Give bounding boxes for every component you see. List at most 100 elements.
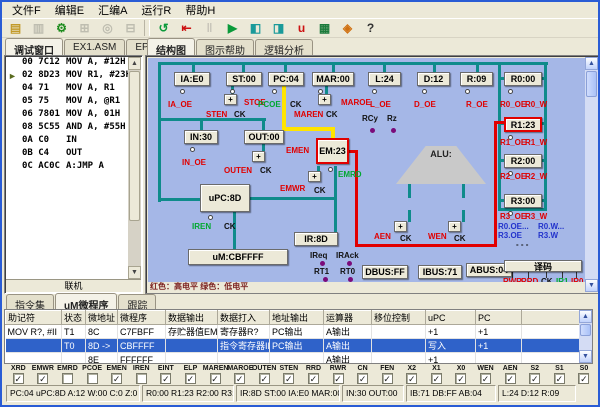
- register-IR[interactable]: IR:8D: [294, 232, 338, 246]
- register-IA[interactable]: IA:E0: [174, 72, 210, 86]
- diagram-scrollbar[interactable]: ▲ ▼: [585, 57, 598, 292]
- step-into-icon[interactable]: ⇤: [176, 19, 197, 37]
- signal-checkbox-emrd[interactable]: [62, 373, 73, 384]
- register-MAR[interactable]: MAR:00: [312, 72, 354, 86]
- signal-checkbox-s0[interactable]: ✓: [578, 373, 589, 384]
- register-R0[interactable]: R0:00: [504, 72, 542, 86]
- microprogram-row[interactable]: MOV R?, #IIT18CC7FBFF存贮器值EM寄存器R?PC输出A输出+…: [6, 325, 582, 339]
- menu-run[interactable]: 运行R: [134, 1, 178, 19]
- register-ST[interactable]: ST:00: [226, 72, 262, 86]
- register-R3[interactable]: R3:00: [504, 194, 542, 208]
- code-line[interactable]: 0B C4OUT: [6, 148, 128, 161]
- micro-program-icon[interactable]: u: [291, 19, 312, 37]
- scroll-down-icon[interactable]: ▼: [579, 350, 592, 363]
- signal-checkbox-xrd[interactable]: ✓: [13, 373, 24, 384]
- code-line[interactable]: 04 71MOV A, R1: [6, 83, 128, 96]
- register-uPC[interactable]: uPC:8D: [200, 184, 250, 212]
- signal-checkbox-pcoe[interactable]: [87, 373, 98, 384]
- scroll-up-icon[interactable]: ▲: [585, 57, 598, 70]
- signal-emrd: EMRD: [55, 365, 80, 384]
- register-R1[interactable]: R1:23: [504, 117, 542, 132]
- table-cell: [270, 353, 324, 365]
- load-data-icon[interactable]: ◨: [268, 19, 289, 37]
- assembly-listing[interactable]: 00 7C12MOV A, #12H►02 8D23MOV R1, #23H04…: [6, 57, 128, 279]
- run-program-icon[interactable]: ▶: [222, 19, 243, 37]
- code-line[interactable]: 00 7C12MOV A, #12H: [6, 57, 128, 70]
- menu-edit[interactable]: 编辑E: [48, 1, 91, 19]
- register-EM[interactable]: EM:23: [316, 138, 349, 164]
- reset-icon[interactable]: ↺: [153, 19, 174, 37]
- signal-checkbox-eint[interactable]: ✓: [160, 373, 171, 384]
- microprogram-row[interactable]: T08D ->CBFFFF指令寄存器IRPC输出A输出写入+1: [6, 339, 582, 353]
- save-file-icon[interactable]: ▥: [28, 19, 49, 37]
- code-line[interactable]: 0A C0IN: [6, 135, 128, 148]
- signal-checkbox-s1[interactable]: ✓: [554, 373, 565, 384]
- code-scrollbar[interactable]: ▲ ▼: [128, 57, 141, 279]
- register-PC[interactable]: PC:04: [268, 72, 304, 86]
- signal-checkbox-rrd[interactable]: ✓: [308, 373, 319, 384]
- copy-icon[interactable]: ⊞: [74, 19, 95, 37]
- signal-checkbox-s2[interactable]: ✓: [529, 373, 540, 384]
- code-line[interactable]: 08 5C55AND A, #55H: [6, 122, 128, 135]
- signal-checkbox-emen[interactable]: ✓: [111, 373, 122, 384]
- microprogram-row[interactable]: 8EFFFFFFA输出+1: [6, 353, 582, 365]
- tab-left-1[interactable]: 调试窗口: [5, 38, 63, 55]
- assemble-source-icon[interactable]: ⚙: [51, 19, 72, 37]
- register-D[interactable]: D:12: [417, 72, 450, 86]
- waveform-icon[interactable]: ▦: [314, 19, 335, 37]
- signal-checkbox-iren[interactable]: [136, 373, 147, 384]
- register-IN[interactable]: IN:30: [184, 130, 218, 144]
- code-line[interactable]: 05 75MOV A, @R1: [6, 96, 128, 109]
- tip-help-icon[interactable]: ?: [360, 19, 381, 37]
- signal-checkbox-maren[interactable]: ✓: [210, 373, 221, 384]
- scrollbar-thumb[interactable]: [129, 71, 140, 221]
- tab-right-1[interactable]: 结构图: [147, 38, 195, 55]
- table-scrollbar[interactable]: ▲ ▼: [579, 310, 592, 363]
- tab-bottom-2[interactable]: uM微程序: [55, 293, 117, 310]
- signal-checkbox-fen[interactable]: ✓: [382, 373, 393, 384]
- find-icon[interactable]: ◎: [97, 19, 118, 37]
- tab-right-2[interactable]: 图示帮助: [196, 39, 254, 56]
- load-program-icon[interactable]: ◧: [245, 19, 266, 37]
- signal-checkbox-sten[interactable]: ✓: [283, 373, 294, 384]
- pause-icon[interactable]: ‖: [199, 19, 220, 37]
- signal-checkbox-elp[interactable]: ✓: [185, 373, 196, 384]
- signal-checkbox-emwr[interactable]: ✓: [37, 373, 48, 384]
- register-R2[interactable]: R2:00: [504, 154, 542, 168]
- logic-analyzer-icon[interactable]: ◈: [337, 19, 358, 37]
- menu-file[interactable]: 文件F: [5, 1, 48, 19]
- signal-checkbox-maroe[interactable]: ✓: [234, 373, 245, 384]
- scroll-down-icon[interactable]: ▼: [585, 279, 598, 292]
- menu-assemble[interactable]: 汇编A: [91, 1, 134, 19]
- signal-checkbox-x2[interactable]: ✓: [406, 373, 417, 384]
- signal-checkbox-x0[interactable]: ✓: [455, 373, 466, 384]
- menu-help[interactable]: 帮助H: [178, 1, 222, 19]
- code-text: 0A C0IN: [22, 135, 128, 145]
- scroll-up-icon[interactable]: ▲: [579, 310, 592, 323]
- code-line[interactable]: 0C AC0CA:JMP A: [6, 161, 128, 174]
- signal-checkbox-aen[interactable]: ✓: [505, 373, 516, 384]
- tab-left-2[interactable]: EX1.ASM: [64, 39, 125, 56]
- scrollbar-thumb[interactable]: [586, 71, 597, 97]
- scroll-up-icon[interactable]: ▲: [128, 57, 141, 70]
- signal-checkbox-cn[interactable]: ✓: [357, 373, 368, 384]
- signal-checkbox-wen[interactable]: ✓: [480, 373, 491, 384]
- signal-checkbox-outen[interactable]: ✓: [259, 373, 270, 384]
- register-R[interactable]: R:09: [460, 72, 493, 86]
- register-L[interactable]: L:24: [368, 72, 401, 86]
- signal-label-iren: IREN: [192, 222, 211, 231]
- register-uM[interactable]: uM:CBFFFF: [188, 249, 288, 265]
- signal-checkbox-rwr[interactable]: ✓: [333, 373, 344, 384]
- reload-file-icon[interactable]: ⊟: [120, 19, 141, 37]
- open-file-icon[interactable]: ▤: [5, 19, 26, 37]
- scrollbar-thumb[interactable]: [580, 324, 591, 336]
- register-DECODER[interactable]: 译码: [504, 260, 582, 272]
- signal-checkbox-x1[interactable]: ✓: [431, 373, 442, 384]
- scroll-down-icon[interactable]: ▼: [128, 266, 141, 279]
- register-IBUS[interactable]: IBUS:71: [418, 265, 462, 279]
- register-DBUS[interactable]: DBUS:FF: [362, 265, 408, 279]
- register-OUT[interactable]: OUT:00: [244, 130, 284, 144]
- code-line[interactable]: 06 7801MOV A, 01H: [6, 109, 128, 122]
- code-line[interactable]: ►02 8D23MOV R1, #23H: [6, 70, 128, 83]
- tab-right-3[interactable]: 逻辑分析: [255, 39, 313, 56]
